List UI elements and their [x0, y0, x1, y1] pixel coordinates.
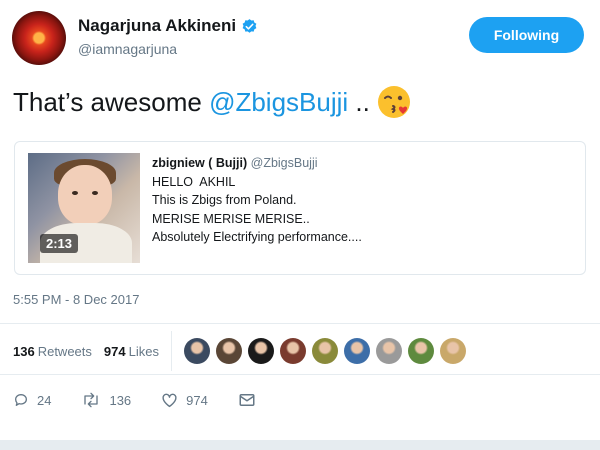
- liker-avatar-9[interactable]: [439, 338, 466, 364]
- retweet-icon: [84, 392, 99, 408]
- following-button[interactable]: Following: [469, 17, 584, 53]
- retweets-count: 136: [13, 343, 35, 359]
- liker-avatar-6[interactable]: [343, 338, 370, 364]
- liker-avatar-1[interactable]: [183, 338, 210, 364]
- tweet-stats: 136 Retweets 974 Likes: [13, 331, 588, 371]
- retweet-count: 136: [109, 392, 132, 408]
- tweet-mention-link[interactable]: @ZbigsBujji: [209, 87, 348, 118]
- heart-icon: [162, 393, 177, 408]
- kissing-face-emoji-icon: [377, 86, 410, 118]
- video-duration-badge: 2:13: [40, 234, 79, 253]
- quoted-video-thumbnail[interactable]: 2:13: [28, 153, 140, 263]
- envelope-icon: [239, 394, 255, 406]
- quoted-line: This is Zbigs from Poland.: [152, 193, 297, 207]
- tweet-text-suffix: ..: [348, 86, 370, 117]
- quoted-author-handle[interactable]: @ZbigsBujji: [251, 156, 318, 170]
- bottom-strip: [0, 440, 600, 450]
- liker-avatar-5[interactable]: [311, 338, 338, 364]
- reply-icon: [15, 394, 27, 406]
- liker-avatar-7[interactable]: [375, 338, 402, 364]
- verified-badge-icon: [242, 18, 257, 33]
- liker-avatar-8[interactable]: [407, 338, 434, 364]
- quoted-line: HELLO AKHIL: [152, 174, 236, 189]
- author-avatar[interactable]: [12, 11, 66, 65]
- author-handle[interactable]: @iamnagarjuna: [78, 41, 177, 57]
- liker-avatar-4[interactable]: [279, 338, 306, 364]
- tweet-text-prefix: That’s awesome: [13, 86, 210, 117]
- tweet-actions: 24 136 974: [13, 388, 573, 412]
- retweets-label: Retweets: [37, 343, 92, 359]
- likes-stat[interactable]: 974 Likes: [104, 344, 159, 359]
- retweet-button[interactable]: 136: [81, 392, 131, 408]
- retweets-stat[interactable]: 136 Retweets: [13, 344, 92, 359]
- quoted-line: MERISE MERISE MERISE..: [152, 211, 310, 226]
- reply-count: 24: [37, 392, 52, 408]
- divider: [0, 374, 600, 375]
- reply-button[interactable]: 24: [13, 392, 51, 408]
- like-count: 974: [186, 392, 208, 408]
- author-name-row: Nagarjuna Akkineni: [78, 16, 258, 36]
- stats-separator: [170, 331, 172, 371]
- quoted-tweet-card[interactable]: 2:13 zbigniew ( Bujji) @ZbigsBujji HELLO…: [14, 141, 586, 275]
- like-button[interactable]: 974: [161, 392, 208, 408]
- tweet-header: Nagarjuna Akkineni @iamnagarjuna Followi…: [12, 11, 588, 67]
- quoted-author-name[interactable]: zbigniew ( Bujji): [152, 156, 247, 170]
- thumbnail-eye: [72, 191, 78, 195]
- likes-label: Likes: [128, 343, 159, 359]
- tweet-text: That’s awesome @ZbigsBujji ..: [13, 84, 412, 120]
- likers-avatars: [183, 338, 472, 364]
- thumbnail-face: [58, 165, 112, 225]
- author-display-name[interactable]: Nagarjuna Akkineni: [78, 16, 236, 36]
- quoted-line: Absolutely Electrifying performance....: [152, 230, 362, 244]
- quoted-tweet-author: zbigniew ( Bujji) @ZbigsBujji: [152, 154, 572, 173]
- direct-message-button[interactable]: [238, 392, 264, 408]
- likes-count: 974: [103, 343, 126, 359]
- tweet-timestamp[interactable]: 5:55 PM - 8 Dec 2017: [13, 292, 139, 307]
- liker-avatar-3[interactable]: [247, 338, 274, 364]
- quoted-tweet-body: zbigniew ( Bujji) @ZbigsBujji HELLO AKHI…: [152, 154, 572, 247]
- liker-avatar-2[interactable]: [215, 338, 242, 364]
- divider: [0, 323, 600, 324]
- thumbnail-eye: [92, 191, 98, 195]
